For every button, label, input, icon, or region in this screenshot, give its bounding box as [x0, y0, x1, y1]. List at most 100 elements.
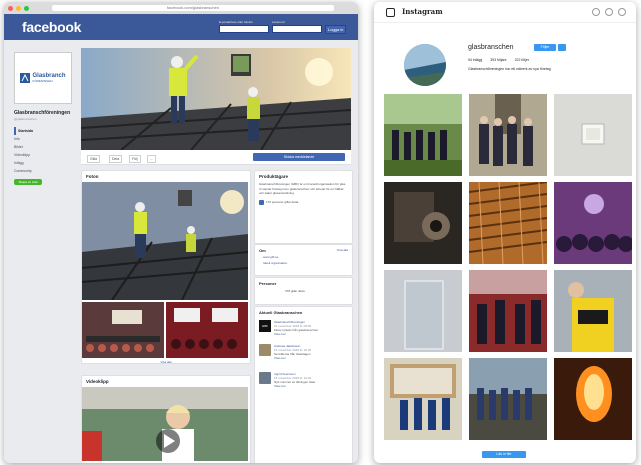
info-text: Glasbranschföreningen (GBF) är en bransc… — [259, 182, 347, 195]
sidebar-item-bilder[interactable]: Bilder — [14, 143, 76, 151]
sidebar-item-info[interactable]: Info — [14, 135, 76, 143]
instagram-header: Instagram — [374, 2, 636, 23]
about-header: Om Visa alla — [255, 245, 352, 254]
grid-post-3[interactable] — [554, 94, 632, 176]
category-link[interactable]: Ideell organisation — [255, 260, 352, 266]
following-count[interactable]: 222 följer — [515, 58, 529, 62]
profile-picture[interactable]: Glasbranch FÖRENINGEN — [14, 52, 72, 104]
login-button[interactable]: Logga in — [325, 25, 347, 34]
grid-post-1[interactable] — [384, 94, 462, 176]
sidebar-item-inlagg[interactable]: Inlägg — [14, 159, 76, 167]
grid-post-2[interactable] — [469, 94, 547, 176]
more-button[interactable]: ... — [147, 155, 156, 163]
posts-card: Aktuell Glasbranschen GBF Glasbranschför… — [254, 306, 353, 463]
email-field-group: E-postadress eller telefon — [219, 20, 269, 33]
password-field[interactable] — [272, 25, 322, 33]
grid-post-10[interactable] — [384, 358, 462, 440]
community-row: 176 personer gillar detta — [255, 196, 352, 205]
post-item-3[interactable]: Ingrid Svensson 15 november 2018 kl. 10:… — [255, 366, 352, 394]
close-dot[interactable] — [8, 5, 13, 11]
grid-post-5[interactable] — [469, 182, 547, 264]
people-card: Personer 378 gillar detta — [254, 277, 353, 305]
sidebar-item-community[interactable]: Community — [14, 167, 76, 175]
user-icon[interactable] — [618, 8, 626, 16]
page-action-bar: Gilla Dela Följ ... Skicka meddelande — [81, 150, 351, 165]
photo-event-hall[interactable] — [166, 302, 248, 358]
post-more-link[interactable]: Visa mer — [274, 356, 311, 360]
posts-title: Aktuell Glasbranschen — [259, 310, 303, 315]
username: glasbranschen — [468, 44, 514, 51]
grid-post-12[interactable] — [554, 358, 632, 440]
page-handle: @glasbranschen — [14, 117, 37, 121]
grid-post-7[interactable] — [384, 270, 462, 352]
photo-main[interactable] — [82, 182, 248, 300]
post-item-2[interactable]: Andreas Jakobsson 19 november 2018 kl. 1… — [255, 338, 352, 366]
video-thumbnail[interactable] — [82, 387, 248, 461]
share-button[interactable]: Dela — [109, 155, 123, 163]
grid-post-9[interactable] — [554, 270, 632, 352]
videos-title: Videoklipp — [86, 379, 109, 384]
grid-post-8[interactable] — [469, 270, 547, 352]
page-sidebar: Glasbranch FÖRENINGEN Glasbranschförenin… — [14, 52, 76, 185]
camera-icon[interactable] — [386, 8, 395, 17]
followers-count[interactable]: 393 följare — [490, 58, 506, 62]
info-title: Produktägare — [259, 174, 289, 179]
sidebar-item-videoklipp[interactable]: Videoklipp — [14, 151, 76, 159]
sidebar-nav: Startsida Info Bilder Videoklipp Inlägg … — [14, 127, 76, 175]
posts-count: 94 inlägg — [468, 58, 483, 62]
post-more-link[interactable]: Visa mer — [274, 332, 318, 336]
password-label: Lösenord — [272, 20, 285, 24]
email-field[interactable] — [219, 25, 269, 33]
compass-icon[interactable] — [592, 8, 600, 16]
follow-dropdown-button[interactable] — [558, 44, 566, 51]
follow-button[interactable]: Följer — [534, 44, 556, 51]
avatar-image — [404, 44, 446, 86]
url-bar[interactable]: facebook.com/glasbranschen — [52, 5, 334, 11]
profile-stats: 94 inlägg 393 följare 222 följer — [468, 58, 529, 62]
logo-subtext: FÖRENINGEN — [32, 79, 53, 83]
maximize-dot[interactable] — [24, 5, 29, 11]
post-avatar-icon — [259, 344, 271, 356]
about-see-all[interactable]: Visa alla — [337, 248, 348, 253]
heart-icon[interactable] — [605, 8, 613, 16]
photo-conference[interactable] — [82, 302, 164, 358]
people-count: 378 gillar detta — [285, 289, 305, 293]
post-avatar-icon — [259, 372, 271, 384]
grid-post-4[interactable] — [384, 182, 462, 264]
page-name: Glasbranschföreningen — [14, 110, 71, 116]
see-all-photos-link[interactable]: Visa alla — [82, 360, 250, 364]
info-card: Produktägare Glasbranschföreningen (GBF)… — [254, 170, 353, 244]
profile-avatar[interactable] — [404, 44, 446, 86]
sidebar-item-startsida[interactable]: Startsida — [14, 127, 76, 135]
create-page-button[interactable]: Skapa en sida — [14, 179, 42, 185]
logo-mark-icon — [20, 73, 31, 83]
grid-post-6[interactable] — [554, 182, 632, 264]
cover-photo[interactable] — [81, 48, 351, 150]
community-count: 176 personer gillar detta — [266, 200, 299, 204]
about-card: Om Visa alla www.gbf.se Ideell organisat… — [254, 244, 353, 276]
instagram-window: Instagram glasbranschen Följer 94 inlägg… — [374, 2, 636, 463]
post-more-link[interactable]: Visa mer — [274, 384, 315, 388]
facebook-window: facebook.com/glasbranschen facebook E-po… — [4, 2, 358, 463]
people-title: Personer — [259, 281, 277, 286]
videos-card: Videoklipp — [81, 375, 251, 463]
instagram-logo[interactable]: Instagram — [402, 7, 443, 16]
minimize-dot[interactable] — [16, 5, 21, 11]
about-title: Om — [259, 248, 266, 253]
construction-worker-photo — [81, 48, 351, 150]
post-avatar-icon: GBF — [259, 320, 271, 332]
facebook-logo[interactable]: facebook — [22, 19, 81, 35]
header-icons — [592, 8, 626, 16]
load-more-button[interactable]: Läs in fler — [482, 451, 526, 458]
post-grid — [384, 94, 632, 440]
grid-post-11[interactable] — [469, 358, 547, 440]
photo-row — [82, 302, 250, 358]
send-message-button[interactable]: Skicka meddelande — [253, 153, 345, 161]
follow-button[interactable]: Följ — [129, 155, 141, 163]
browser-chrome: facebook.com/glasbranschen — [4, 2, 358, 14]
profile-bio: Glasbranschföreningen har ett nätverk av… — [468, 67, 551, 71]
password-field-group: Lösenord — [272, 20, 322, 33]
post-item-1[interactable]: GBF Glasbranschföreningen 21 november 20… — [255, 318, 352, 338]
photos-title: Foton — [86, 174, 99, 179]
like-button[interactable]: Gilla — [87, 155, 101, 163]
